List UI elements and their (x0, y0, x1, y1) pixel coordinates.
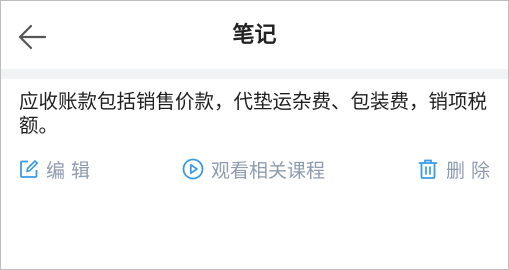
note-actions: 编辑 观看相关课程 删除 (1, 154, 508, 184)
edit-icon (19, 159, 39, 179)
note-content: 应收账款包括销售价款，代垫运杂费、包装费，销项税额。 (19, 90, 488, 137)
note-panel: 笔记 应收账款包括销售价款，代垫运杂费、包装费，销项税额。 编辑 观看相关课程 (0, 0, 509, 270)
header-bar: 笔记 (1, 1, 508, 69)
edit-button[interactable]: 编辑 (19, 154, 96, 184)
watch-course-button[interactable]: 观看相关课程 (182, 154, 325, 184)
play-circle-icon (182, 158, 204, 180)
delete-button[interactable]: 删除 (417, 154, 496, 184)
page-title: 笔记 (232, 23, 277, 48)
edit-label: 编辑 (46, 159, 97, 182)
section-divider (1, 69, 508, 79)
trash-icon (417, 158, 439, 180)
delete-label: 删除 (446, 159, 497, 182)
watch-course-label: 观看相关课程 (211, 159, 326, 182)
